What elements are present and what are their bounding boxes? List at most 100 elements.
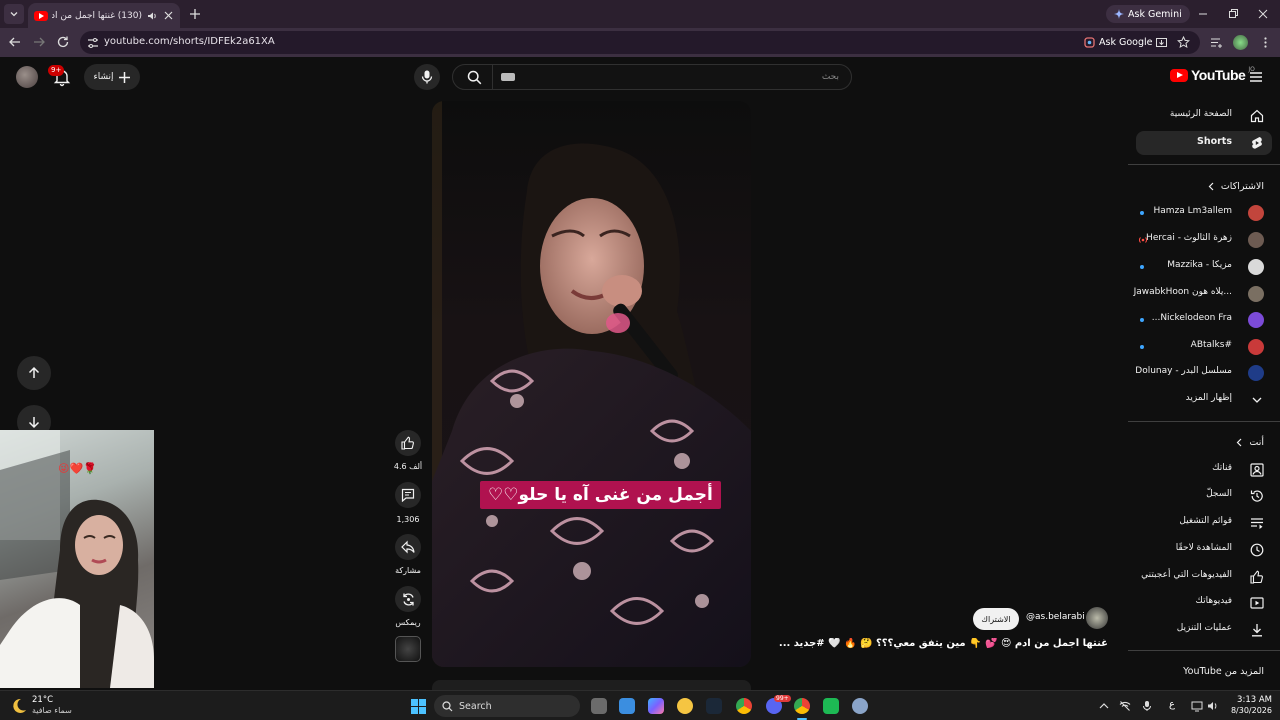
channel-avatar[interactable] xyxy=(1086,607,1108,629)
channel-handle[interactable]: @as.belarabi xyxy=(1026,612,1085,622)
address-bar[interactable]: youtube.com/shorts/IDFEk2a61XA Ask Googl… xyxy=(80,31,1200,54)
video-frame xyxy=(432,101,751,667)
account-avatar[interactable] xyxy=(16,66,38,88)
subscription-item[interactable]: مسلسل البدر - Dolunay xyxy=(1135,361,1272,385)
sidebar-item-label: الفيديوهات التي أعجبتني xyxy=(1141,570,1232,580)
microphone-tray-icon[interactable] xyxy=(1141,700,1153,712)
share-label: مشاركة xyxy=(395,566,421,575)
previous-short-button[interactable] xyxy=(17,356,51,390)
copilot-icon[interactable] xyxy=(648,698,664,714)
new-content-dot xyxy=(1140,318,1144,322)
sound-channel-thumbnail[interactable] xyxy=(395,636,421,662)
browser-toolbar: youtube.com/shorts/IDFEk2a61XA Ask Googl… xyxy=(0,28,1280,57)
reload-icon[interactable] xyxy=(56,35,70,49)
ask-gemini-button[interactable]: Ask Gemini xyxy=(1106,5,1190,23)
reading-list-icon[interactable] xyxy=(1210,36,1223,49)
input-language[interactable]: ع xyxy=(1169,699,1175,710)
url-text: youtube.com/shorts/IDFEk2a61XA xyxy=(104,36,275,47)
google-lens-icon xyxy=(1084,37,1095,48)
browser-tab-strip: (130) غنتها أجمل من آدم 😍 💕 Ask Gemini xyxy=(0,0,1280,28)
tab-search-button[interactable] xyxy=(4,4,24,24)
search-icon xyxy=(442,700,453,711)
like-count: 4.6 ألف xyxy=(393,462,423,471)
wifi-off-icon[interactable] xyxy=(1119,700,1131,712)
next-short-preview[interactable] xyxy=(432,680,751,690)
network-icon[interactable] xyxy=(1191,700,1203,712)
ask-google-button[interactable]: Ask Google xyxy=(1078,34,1158,51)
subscription-item[interactable]: مزيكا - Mazzika xyxy=(1136,255,1272,279)
sidebar-item-your-channel[interactable]: قناتك xyxy=(1136,458,1272,482)
sidebar-item-watch-later[interactable]: المشاهدة لاحقًا xyxy=(1136,538,1272,562)
task-view-icon[interactable] xyxy=(591,698,607,714)
home-icon xyxy=(1250,109,1264,123)
chevron-down-icon xyxy=(1252,397,1262,403)
clock-date[interactable]: 8/30/2026 xyxy=(1222,706,1272,715)
windows-start-icon[interactable] xyxy=(411,699,426,714)
taskbar-search[interactable]: Search xyxy=(434,695,580,717)
create-button[interactable]: إنشاء xyxy=(84,64,140,90)
subscription-item[interactable]: ...يلاه هون JawabkHoon xyxy=(1134,282,1272,306)
microsoft-store-icon[interactable] xyxy=(619,698,635,714)
tab-close-icon[interactable] xyxy=(162,10,174,22)
sidebar-item-liked-videos[interactable]: الفيديوهات التي أعجبتني xyxy=(1136,565,1272,589)
subscription-item[interactable]: #ABtalks xyxy=(1136,335,1272,359)
sidebar-item-shorts[interactable]: Shorts xyxy=(1136,131,1272,155)
sidebar-item-home[interactable]: الصفحة الرئيسية xyxy=(1136,104,1272,128)
comments-button[interactable] xyxy=(395,482,421,508)
chevron-down-icon xyxy=(10,12,18,17)
chrome-icon[interactable] xyxy=(736,698,752,714)
clock-time[interactable]: 3:13 AM xyxy=(1232,695,1272,705)
subscription-item[interactable]: زهرة الثالوث - Hercai xyxy=(1136,228,1272,252)
sidebar-item-history[interactable]: السجلّ xyxy=(1136,484,1272,508)
you-heading[interactable]: أنت xyxy=(1236,437,1264,448)
bookmark-star-icon[interactable] xyxy=(1177,36,1190,49)
chrome-profile-icon[interactable] xyxy=(794,698,810,714)
moon-weather-icon[interactable] xyxy=(10,697,28,715)
close-window-icon[interactable] xyxy=(1256,7,1270,21)
tray-chevron-up-icon[interactable] xyxy=(1098,700,1110,712)
forward-arrow-icon[interactable] xyxy=(32,35,46,49)
install-app-icon[interactable] xyxy=(1155,36,1168,49)
minimize-icon[interactable] xyxy=(1196,7,1210,21)
search-input[interactable] xyxy=(499,68,839,86)
settings-gear-icon[interactable] xyxy=(852,698,868,714)
back-arrow-icon[interactable] xyxy=(8,35,22,49)
shorts-video-player[interactable]: أجمل من غنى آه يا حلو♡♡ xyxy=(432,101,751,667)
speaker-icon[interactable] xyxy=(146,10,158,22)
more-vertical-icon[interactable] xyxy=(1259,36,1272,49)
browser-tab-active[interactable]: (130) غنتها أجمل من آدم 😍 💕 xyxy=(28,3,180,28)
voice-search-button[interactable] xyxy=(414,64,440,90)
hamburger-menu-icon[interactable] xyxy=(1249,70,1263,84)
discord-badge: 99+ xyxy=(774,695,791,702)
show-more-button[interactable]: إظهار المزيد xyxy=(1136,388,1272,412)
file-explorer-icon[interactable] xyxy=(677,698,693,714)
sidebar-item-your-videos[interactable]: فيديوهاتك xyxy=(1136,591,1272,615)
volume-icon[interactable] xyxy=(1207,700,1219,712)
plus-icon xyxy=(118,71,130,83)
sidebar-item-playlists[interactable]: قوائم التشغيل xyxy=(1136,511,1272,535)
ask-google-label: Ask Google xyxy=(1099,37,1153,48)
steam-icon[interactable] xyxy=(706,698,722,714)
share-arrow-icon xyxy=(401,540,415,554)
webcam-emoji-sticker: 😜❤️🌹 xyxy=(58,462,97,475)
site-info-icon[interactable] xyxy=(86,36,100,50)
share-button[interactable] xyxy=(395,534,421,560)
subscriptions-heading[interactable]: الاشتراكات xyxy=(1208,181,1264,192)
app-icon[interactable] xyxy=(823,698,839,714)
windows-taskbar: 21°C سماء صافية Search 99+ ع 3:13 AM 8/3… xyxy=(0,690,1280,720)
sidebar-item-label: عمليات التنزيل xyxy=(1176,623,1232,633)
search-button[interactable] xyxy=(457,65,493,89)
subscription-item[interactable]: Nickelodeon Fra... xyxy=(1136,308,1272,332)
subscribe-button[interactable]: الاشتراك xyxy=(973,608,1019,630)
search-icon xyxy=(467,70,482,84)
short-description[interactable]: غنتها أجمل من آدم 😍 💕 👇 مين يتفق معي؟؟؟ … xyxy=(778,638,1108,649)
like-button[interactable] xyxy=(395,430,421,456)
profile-avatar-icon[interactable] xyxy=(1233,35,1248,50)
subscription-item[interactable]: Hamza Lm3allem xyxy=(1136,201,1272,225)
remix-button[interactable] xyxy=(395,586,421,612)
sidebar-item-downloads[interactable]: عمليات التنزيل xyxy=(1136,618,1272,642)
new-tab-icon[interactable] xyxy=(187,6,203,22)
remix-icon xyxy=(402,592,414,606)
youtube-logo[interactable]: YouTube JO xyxy=(1170,66,1255,83)
restore-icon[interactable] xyxy=(1226,7,1240,21)
